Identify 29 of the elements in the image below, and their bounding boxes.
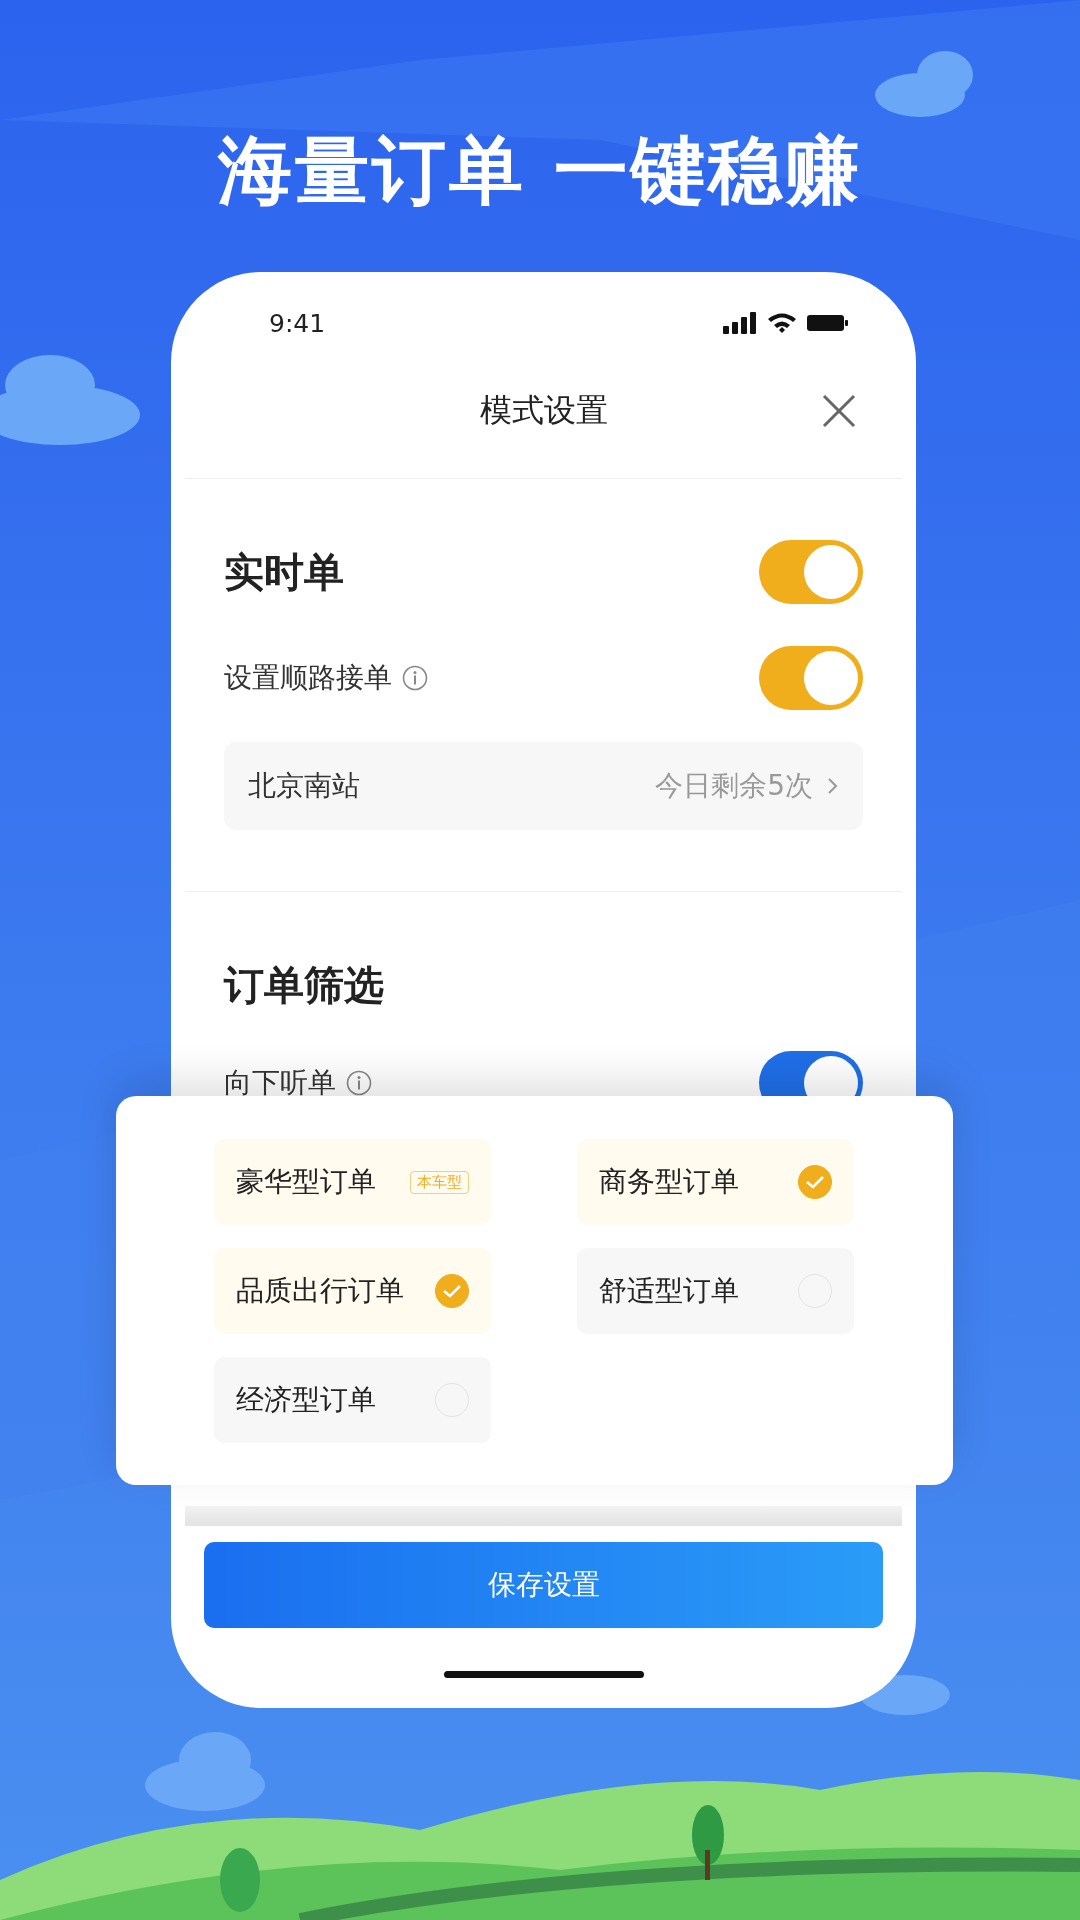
checkbox[interactable] xyxy=(798,1165,832,1199)
order-type-option[interactable]: 舒适型订单 xyxy=(577,1248,854,1334)
close-icon[interactable] xyxy=(822,394,856,428)
info-icon[interactable] xyxy=(346,1070,372,1096)
status-time: 9:41 xyxy=(269,308,326,338)
order-type-option[interactable]: 豪华型订单 本车型 xyxy=(214,1139,491,1225)
order-type-option[interactable]: 经济型订单 xyxy=(214,1357,491,1443)
vehicle-tag: 本车型 xyxy=(410,1170,469,1194)
section-title: 订单筛选 xyxy=(224,960,384,1010)
order-type-option[interactable]: 商务型订单 xyxy=(577,1139,854,1225)
setting-label: 向下听单 xyxy=(224,1065,336,1101)
order-type-option[interactable]: 品质出行订单 xyxy=(214,1248,491,1334)
headline: 海量订单 一键稳赚 xyxy=(217,126,863,212)
info-icon[interactable] xyxy=(402,665,428,691)
check-icon xyxy=(442,1283,462,1299)
section-title: 实时单 xyxy=(224,547,344,597)
battery-icon xyxy=(807,313,849,333)
checkbox[interactable] xyxy=(435,1274,469,1308)
signal-icon xyxy=(723,312,757,334)
wifi-icon xyxy=(767,312,797,334)
tree xyxy=(220,1848,260,1912)
screen-title: 模式设置 xyxy=(479,390,608,431)
toggle-switch[interactable] xyxy=(759,646,863,710)
check-icon xyxy=(805,1174,825,1190)
chevron-icon xyxy=(827,776,839,796)
toggle-switch[interactable] xyxy=(759,540,863,604)
route-row[interactable]: 北京南站 今日剩余5次 xyxy=(224,742,863,830)
save-button[interactable]: 保存设置 xyxy=(204,1542,883,1628)
setting-label: 设置顺路接单 xyxy=(224,660,392,696)
